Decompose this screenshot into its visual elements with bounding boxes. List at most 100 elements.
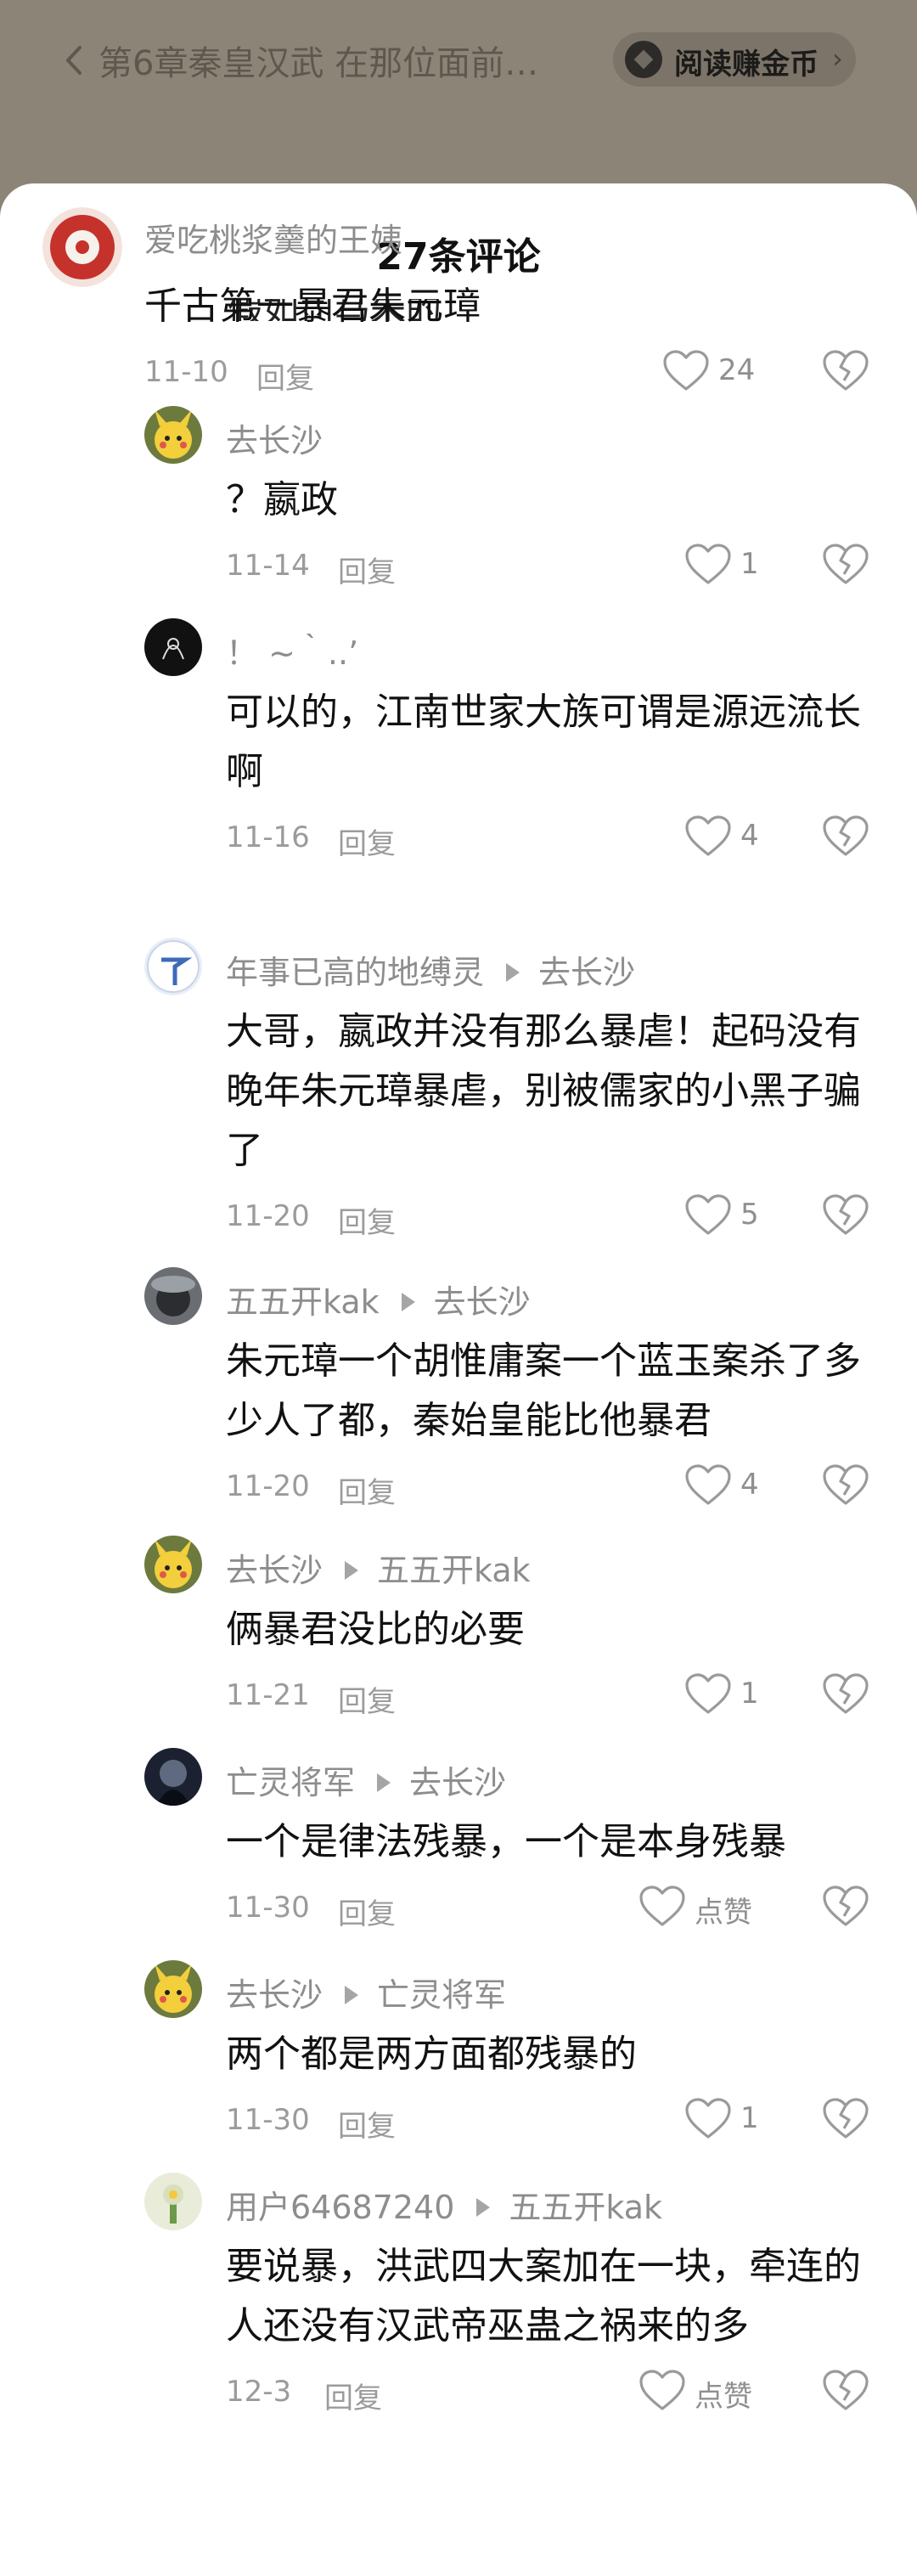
reply-button[interactable]: 回复 xyxy=(256,355,314,397)
comment-date: 11-16 xyxy=(226,820,310,854)
username-label[interactable]: 去长沙 xyxy=(226,422,323,459)
broken-heart-icon[interactable] xyxy=(822,1673,869,1716)
reply-to-username[interactable]: 亡灵将军 xyxy=(377,1976,506,2014)
reply-to-username[interactable]: 去长沙 xyxy=(538,954,635,991)
reply-button[interactable]: 回复 xyxy=(324,2375,382,2416)
broken-heart-icon[interactable] xyxy=(822,815,869,858)
heart-outline-icon xyxy=(684,2098,732,2140)
avatar[interactable] xyxy=(144,406,202,464)
reply-to-arrow-icon xyxy=(345,1560,359,1580)
username-label[interactable]: 亡灵将军 xyxy=(226,1764,355,1801)
comment-body: 要说暴，洪武四大案加在一块，牵连的人还没有汉武帝巫蛊之祸来的多 xyxy=(226,2245,861,2348)
avatar[interactable] xyxy=(144,938,202,995)
comment-username[interactable]: 爱吃桃浆羹的王姨 xyxy=(144,214,402,261)
like-count: 1 xyxy=(740,1677,759,1711)
heart-outline-icon xyxy=(684,544,732,586)
comment-date: 11-30 xyxy=(226,1891,310,1925)
reply-button[interactable]: 回复 xyxy=(338,1678,396,1720)
avatar[interactable] xyxy=(144,1267,202,1325)
broken-heart-icon[interactable] xyxy=(822,1194,869,1237)
sheet-title: 27条评论 xyxy=(376,235,541,279)
comment-username[interactable]: 去长沙 五五开kak xyxy=(226,1544,531,1591)
username-label[interactable]: ！ ~｀..’ xyxy=(226,634,358,672)
heart-outline-icon xyxy=(684,1464,732,1507)
comment-date: 11-20 xyxy=(226,1199,310,1233)
username-label[interactable]: 爱吃桃浆羹的王姨 xyxy=(144,222,402,259)
comment-username[interactable]: ！ ~｀..’ xyxy=(226,627,358,674)
heart-outline-icon xyxy=(684,1673,732,1716)
chevron-left-icon[interactable] xyxy=(54,39,97,82)
reply-to-username[interactable]: 五五开kak xyxy=(509,2189,662,2226)
username-label[interactable]: 去长沙 xyxy=(226,1976,323,2014)
username-label[interactable]: 用户64687240 xyxy=(226,2189,454,2226)
comment-body: ？嬴政 xyxy=(226,478,338,521)
reply-to-username[interactable]: 去长沙 xyxy=(434,1283,531,1321)
reader-top-bar: 第6章秦皇汉武 在那位面前… 阅读赚金币 › xyxy=(0,0,917,183)
broken-heart-icon[interactable] xyxy=(822,350,869,392)
reply-button[interactable]: 回复 xyxy=(338,820,396,862)
heart-outline-icon xyxy=(662,350,710,392)
like-count: 1 xyxy=(740,2101,759,2135)
like-count: 点赞 xyxy=(695,2380,752,2414)
comment-body: 两个都是两方面都残暴的 xyxy=(226,2032,637,2076)
reply-to-arrow-icon xyxy=(377,1773,391,1792)
reply-button[interactable]: 回复 xyxy=(338,1199,396,1241)
comment-body: 朱元璋一个胡惟庸案一个蓝玉案杀了多少人了都，秦始皇能比他暴君 xyxy=(226,1339,861,1442)
earn-coins-button[interactable]: 阅读赚金币 › xyxy=(613,32,856,87)
avatar[interactable] xyxy=(144,2173,202,2230)
reply-button[interactable]: 回复 xyxy=(338,1891,396,1932)
avatar[interactable] xyxy=(42,207,122,287)
like-count: 点赞 xyxy=(695,1896,752,1930)
broken-heart-icon[interactable] xyxy=(822,1885,869,1928)
reply-to-username[interactable]: 去长沙 xyxy=(409,1764,506,1801)
avatar[interactable] xyxy=(144,1748,202,1806)
comment-username[interactable]: 去长沙 xyxy=(226,414,323,461)
broken-heart-icon[interactable] xyxy=(822,544,869,586)
reply-button[interactable]: 回复 xyxy=(338,549,396,590)
comment-username[interactable]: 亡灵将军 去长沙 xyxy=(226,1756,506,1803)
comment-date: 11-21 xyxy=(226,1678,310,1712)
comment-body: 可以的，江南世家大族可谓是源远流长啊 xyxy=(226,691,861,793)
like-count: 24 xyxy=(718,353,756,387)
heart-outline-icon xyxy=(639,2370,686,2412)
avatar[interactable] xyxy=(144,618,202,676)
broken-heart-icon[interactable] xyxy=(822,1464,869,1507)
comment-username[interactable]: 用户64687240 五五开kak xyxy=(226,2181,662,2228)
heart-outline-icon xyxy=(639,1885,686,1928)
comment-date: 11-14 xyxy=(226,549,310,583)
comment-body: 大哥，嬴政并没有那么暴虐！起码没有晚年朱元璋暴虐，别被儒家的小黑子骗了 xyxy=(226,1010,861,1172)
comment-username[interactable]: 年事已高的地缚灵 去长沙 xyxy=(226,946,635,993)
reply-button[interactable]: 回复 xyxy=(338,1469,396,1511)
comment-date: 11-30 xyxy=(226,2103,310,2137)
like-count: 1 xyxy=(740,547,759,581)
broken-heart-icon[interactable] xyxy=(822,2098,869,2140)
avatar[interactable] xyxy=(144,1960,202,2018)
reply-button[interactable]: 回复 xyxy=(338,2103,396,2145)
comment-username[interactable]: 五五开kak 去长沙 xyxy=(226,1276,531,1322)
comment-date: 12-3 xyxy=(226,2375,292,2409)
coin-icon xyxy=(625,41,662,78)
like-count: 4 xyxy=(740,819,759,853)
comment-body: 俩暴君没比的必要 xyxy=(226,1608,525,1651)
comment-body: 一个是律法残暴，一个是本身残暴 xyxy=(226,1820,786,1863)
earn-coins-label: 阅读赚金币 xyxy=(674,48,819,82)
reply-to-arrow-icon xyxy=(401,1292,415,1311)
broken-heart-icon[interactable] xyxy=(822,2370,869,2412)
reply-to-arrow-icon xyxy=(476,2197,491,2217)
reply-to-username[interactable]: 五五开kak xyxy=(377,1552,531,1589)
like-count: 4 xyxy=(740,1468,759,1502)
like-count: 5 xyxy=(740,1198,759,1232)
chapter-title[interactable]: 第6章秦皇汉武 在那位面前… xyxy=(98,36,574,85)
username-label[interactable]: 去长沙 xyxy=(226,1552,323,1589)
comment-body: 千古第一暴君朱元璋 xyxy=(144,285,481,328)
chevron-right-icon: › xyxy=(832,42,843,75)
username-label[interactable]: 五五开kak xyxy=(226,1283,380,1321)
heart-outline-icon xyxy=(684,815,732,858)
comment-username[interactable]: 去长沙 亡灵将军 xyxy=(226,1969,506,2015)
comments-sheet: 27条评论 假如司马朱的 爱吃桃浆羹的王姨 千古第一暴君朱元璋 11-10 回复 24 去… xyxy=(0,183,917,2576)
username-label[interactable]: 年事已高的地缚灵 xyxy=(226,954,484,991)
reply-to-arrow-icon xyxy=(345,1985,359,2004)
avatar[interactable] xyxy=(144,1536,202,1593)
comment-date: 11-10 xyxy=(144,355,228,389)
comment-date: 11-20 xyxy=(226,1469,310,1503)
